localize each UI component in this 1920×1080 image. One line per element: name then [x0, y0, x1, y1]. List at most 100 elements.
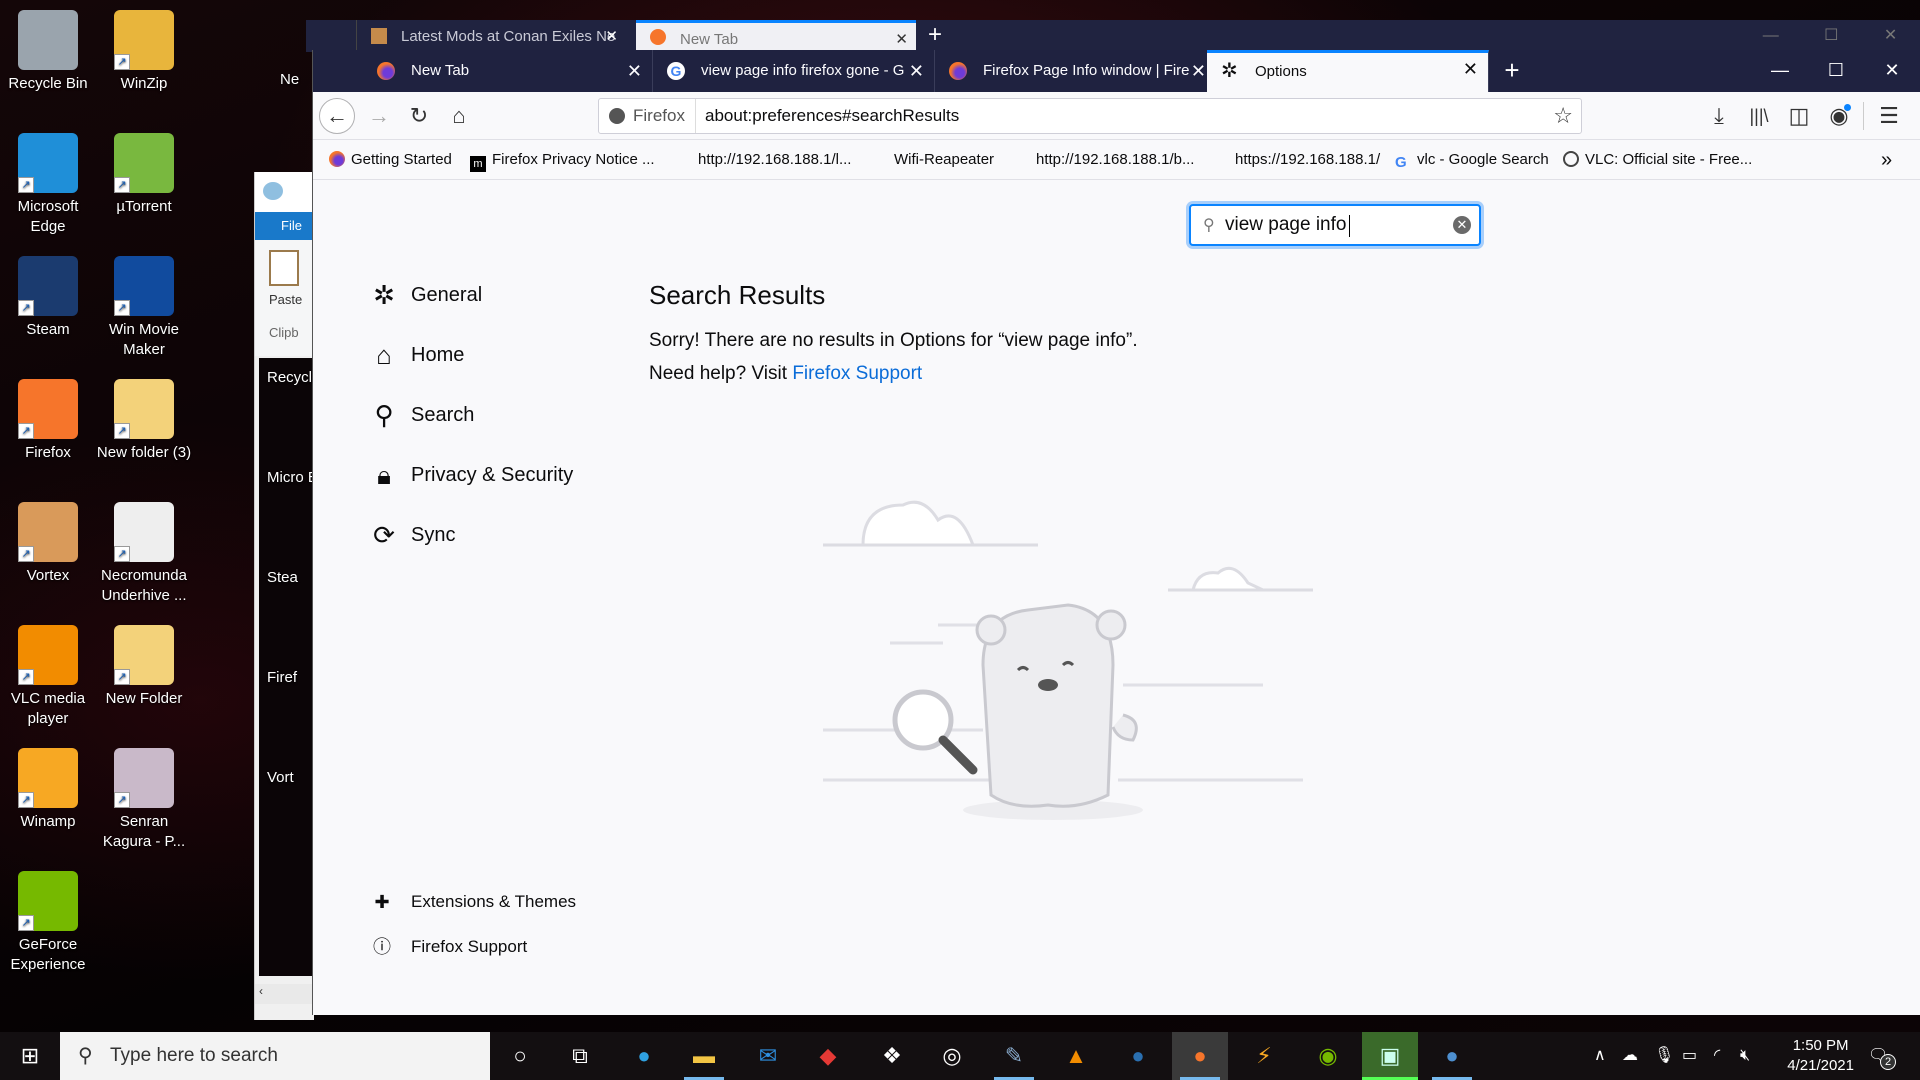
paint-taskbar-icon[interactable]: ✎ [986, 1032, 1042, 1080]
back-tab-conan[interactable]: Latest Mods at Conan Exiles Ne ✕ [356, 20, 626, 52]
forward-button[interactable]: → [363, 100, 395, 132]
cortana-icon[interactable]: ○ [492, 1032, 548, 1080]
bookmark-item[interactable]: m Firefox Privacy Notice ... [470, 140, 655, 180]
menu-icon[interactable]: ☰ [1873, 100, 1905, 132]
tab-google-search[interactable]: G view page info firefox gone - G ✕ [653, 50, 935, 92]
desktop-icon-steam[interactable]: ↗ Steam [0, 256, 96, 340]
clear-search-icon[interactable]: ✕ [1453, 216, 1471, 234]
close-window-button[interactable]: ✕ [1864, 50, 1920, 92]
library-icon[interactable]: |||\ [1743, 100, 1775, 132]
start-button[interactable]: ⊞ [2, 1032, 58, 1080]
lock-icon: 🔒︎ [377, 460, 391, 490]
desktop-icon-winamp[interactable]: ↗ Winamp [0, 748, 96, 832]
taskbar-search[interactable]: ⚲ Type here to search [60, 1032, 490, 1080]
url-input[interactable]: about:preferences#searchResults [705, 99, 959, 133]
identity-box[interactable]: Firefox [609, 99, 696, 133]
close-tab-icon[interactable]: ✕ [1191, 50, 1206, 92]
notification-center-icon[interactable]: 🗨︎ 2 [1868, 1032, 1896, 1080]
desktop-icon-necromunda[interactable]: ↗ Necromunda Underhive ... [96, 502, 192, 606]
firefox-support-link[interactable]: ⓘ Firefox Support [371, 935, 527, 959]
category-privacy[interactable]: 🔒︎ Privacy & Security [369, 455, 573, 495]
minimize-button[interactable]: — [1752, 50, 1808, 92]
winamp-taskbar-icon[interactable]: ⚡ [1236, 1032, 1292, 1080]
desktop-icon-microsoft-edge[interactable]: ↗ Microsoft Edge [0, 133, 96, 237]
installer-taskbar-icon[interactable]: ▣ [1362, 1032, 1418, 1080]
bookmark-item[interactable]: VLC: Official site - Free... [1563, 140, 1752, 180]
onedrive-icon[interactable]: ☁ [1622, 1032, 1638, 1080]
bookmark-item[interactable]: https://192.168.188.1/ [1235, 140, 1380, 180]
vlc-taskbar-icon[interactable]: ▲ [1048, 1032, 1104, 1080]
bookmark-item[interactable]: http://192.168.188.1/b... [1036, 140, 1194, 180]
steam-taskbar-icon-2[interactable]: ● [1424, 1032, 1480, 1080]
firefox-taskbar-icon[interactable]: ● [1172, 1032, 1228, 1080]
bookmarks-overflow-icon[interactable]: » [1881, 140, 1892, 180]
bookmark-item[interactable]: Wifi-Reapeater [894, 140, 994, 180]
extensions-themes-link[interactable]: ✚ Extensions & Themes [371, 890, 576, 914]
home-button[interactable]: ⌂ [443, 100, 475, 132]
battery-icon[interactable]: ▭ [1682, 1032, 1697, 1080]
preferences-search-input[interactable]: ⚲ view page info ✕ [1189, 204, 1481, 246]
new-tab-button[interactable]: + [1490, 50, 1534, 92]
desktop-icon-new-folder[interactable]: ↗ New Folder [96, 625, 192, 709]
url-bar[interactable]: Firefox about:preferences#searchResults … [598, 98, 1582, 134]
desktop-icon-new-folder-3[interactable]: ↗ New folder (3) [96, 379, 192, 463]
maximize-button[interactable]: ☐ [1808, 50, 1864, 92]
new-tab-button[interactable]: + [928, 20, 942, 50]
desktop-icon-vortex[interactable]: ↗ Vortex [0, 502, 96, 586]
desktop-icon-vlc[interactable]: ↗ VLC media player [0, 625, 96, 729]
bookmark-item[interactable]: Getting Started [329, 140, 452, 180]
bookmark-item[interactable]: http://192.168.188.1/l... [698, 140, 851, 180]
microphone-icon[interactable]: 🎙︎ [1654, 1032, 1674, 1080]
close-icon[interactable]: ✕ [895, 23, 908, 52]
shortcut-arrow-icon: ↗ [114, 546, 130, 562]
close-tab-icon[interactable]: ✕ [909, 50, 924, 92]
task-view-icon[interactable]: ⧉ [552, 1032, 608, 1080]
close-icon[interactable]: ✕ [1884, 20, 1897, 52]
puzzle-icon: ✚ [374, 892, 390, 912]
maximize-icon[interactable]: ☐ [1824, 20, 1838, 52]
mail-taskbar-icon[interactable]: ✉ [740, 1032, 796, 1080]
close-icon[interactable]: ✕ [605, 20, 618, 52]
desktop-icon-utorrent[interactable]: ↗ µTorrent [96, 133, 192, 217]
close-tab-icon[interactable]: ✕ [627, 50, 642, 92]
category-sync[interactable]: ⟳ Sync [369, 515, 455, 555]
desktop-icon-firefox[interactable]: ↗ Firefox [0, 379, 96, 463]
steam-taskbar-icon[interactable]: ● [1110, 1032, 1166, 1080]
horizontal-scrollbar[interactable]: ‹ [255, 984, 315, 1004]
reload-button[interactable]: ↻ [403, 100, 435, 132]
back-button[interactable]: ← [319, 98, 355, 134]
app-diamond-taskbar-icon[interactable]: ◆ [800, 1032, 856, 1080]
edge-taskbar-icon[interactable]: ● [616, 1032, 672, 1080]
back-tab-new[interactable]: New Tab ✕ [636, 20, 916, 52]
desktop-icon-geforce-experience[interactable]: ↗ GeForce Experience [0, 871, 96, 975]
file-explorer-taskbar-icon[interactable]: ▬ [676, 1032, 732, 1080]
paint-canvas[interactable]: Recycle Micro Edg Stea Firef Vort [259, 358, 315, 976]
wifi-icon[interactable]: ◜ [1714, 1032, 1720, 1080]
category-home[interactable]: ⌂ Home [369, 335, 464, 375]
account-icon[interactable]: ◉ [1823, 100, 1855, 132]
paint-file-tab[interactable]: File [255, 212, 314, 240]
desktop-icon-senran-kagura[interactable]: ↗ Senran Kagura - P... [96, 748, 192, 852]
category-general[interactable]: ✲ General [369, 275, 482, 315]
minimize-icon[interactable]: — [1763, 20, 1779, 52]
downloads-icon[interactable]: ⤓ [1703, 100, 1735, 132]
desktop-icon-winzip[interactable]: ↗ WinZip [96, 10, 192, 94]
sidebar-icon[interactable]: ◫ [1783, 100, 1815, 132]
bookmark-star-icon[interactable]: ☆ [1553, 99, 1573, 133]
support-link[interactable]: Firefox Support [792, 363, 922, 384]
desktop-icon-recycle-bin[interactable]: Recycle Bin [0, 10, 96, 94]
tab-page-info[interactable]: Firefox Page Info window | Fire ✕ [935, 50, 1217, 92]
paste-button[interactable]: Paste [269, 292, 314, 307]
desktop-icon-win-movie-maker[interactable]: ↗ Win Movie Maker [96, 256, 192, 360]
tab-new-tab[interactable]: New Tab ✕ [363, 50, 653, 92]
app-taskbar-icon[interactable]: ◎ [924, 1032, 980, 1080]
nvidia-taskbar-icon[interactable]: ◉ [1300, 1032, 1356, 1080]
clock[interactable]: 1:50 PM 4/21/2021 [1787, 1036, 1854, 1076]
category-search[interactable]: ⚲ Search [369, 395, 474, 435]
dropbox-taskbar-icon[interactable]: ❖ [864, 1032, 920, 1080]
close-tab-icon[interactable]: ✕ [1463, 53, 1478, 88]
volume-muted-icon[interactable]: 🔇︎ [1740, 1032, 1750, 1080]
show-hidden-icons[interactable]: ∧ [1594, 1032, 1606, 1080]
tab-options[interactable]: ✲ Options ✕ [1207, 50, 1489, 92]
bookmark-item[interactable]: Gvlc - Google Search [1395, 140, 1549, 180]
